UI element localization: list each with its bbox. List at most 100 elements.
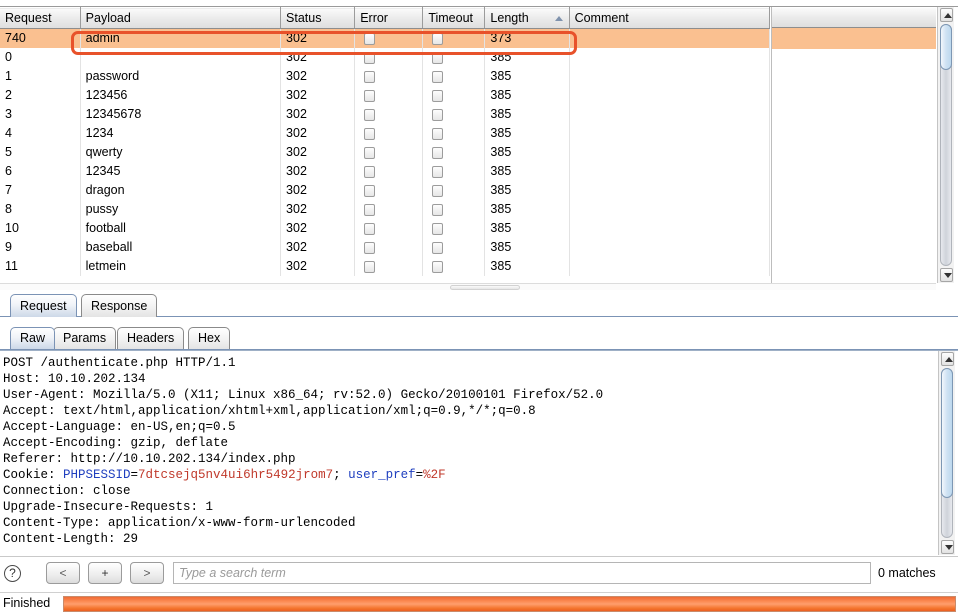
checkbox-unchecked-icon[interactable] [364, 222, 376, 235]
request-raw-text[interactable]: POST /authenticate.php HTTP/1.1 Host: 10.… [0, 351, 937, 555]
cell-error-checkbox[interactable] [354, 161, 424, 181]
checkbox-unchecked-icon[interactable] [432, 165, 444, 178]
cell-error-checkbox[interactable] [354, 218, 424, 238]
checkbox-unchecked-icon[interactable] [364, 127, 376, 140]
cell-timeout-checkbox[interactable] [422, 161, 486, 181]
checkbox-unchecked-icon[interactable] [364, 32, 376, 45]
column-header-payload[interactable]: Payload [80, 7, 282, 29]
table-row[interactable]: 10 football 302 385 [0, 218, 771, 238]
checkbox-unchecked-icon[interactable] [364, 108, 376, 121]
cell-timeout-checkbox[interactable] [422, 218, 486, 238]
checkbox-unchecked-icon[interactable] [432, 222, 444, 235]
message-tab-bar[interactable]: Request Response [0, 293, 958, 317]
cell-timeout-checkbox[interactable] [422, 85, 486, 105]
tab-hex[interactable]: Hex [188, 327, 231, 349]
checkbox-unchecked-icon[interactable] [364, 146, 376, 159]
column-header-length[interactable]: Length [484, 7, 570, 29]
checkbox-unchecked-icon[interactable] [364, 260, 376, 273]
checkbox-unchecked-icon[interactable] [432, 89, 444, 102]
cell-error-checkbox[interactable] [354, 199, 424, 219]
scrollbar-thumb[interactable] [941, 368, 953, 498]
column-header-comment[interactable]: Comment [569, 7, 771, 29]
checkbox-unchecked-icon[interactable] [432, 184, 444, 197]
cell-payload: 123456 [80, 85, 282, 105]
column-header-error[interactable]: Error [354, 7, 424, 29]
cell-error-checkbox[interactable] [354, 28, 424, 48]
search-add-button[interactable]: + [88, 562, 122, 584]
cell-timeout-checkbox[interactable] [422, 104, 486, 124]
table-row[interactable]: 5 qwerty 302 385 [0, 142, 771, 162]
tab-params[interactable]: Params [53, 327, 117, 349]
table-row[interactable]: 4 1234 302 385 [0, 123, 771, 143]
search-previous-button[interactable]: < [46, 562, 80, 584]
checkbox-unchecked-icon[interactable] [364, 165, 376, 178]
tab-response[interactable]: Response [81, 294, 158, 317]
scroll-down-arrow-icon[interactable] [940, 268, 953, 282]
scroll-up-arrow-icon[interactable] [941, 352, 954, 366]
checkbox-unchecked-icon[interactable] [432, 260, 444, 273]
cell-timeout-checkbox[interactable] [422, 237, 486, 257]
checkbox-unchecked-icon[interactable] [364, 89, 376, 102]
help-icon[interactable]: ? [4, 565, 21, 582]
cell-error-checkbox[interactable] [354, 123, 424, 143]
scroll-up-arrow-icon[interactable] [940, 8, 953, 22]
cell-timeout-checkbox[interactable] [422, 199, 486, 219]
cell-timeout-checkbox[interactable] [422, 47, 486, 67]
checkbox-unchecked-icon[interactable] [364, 51, 376, 64]
cell-error-checkbox[interactable] [354, 85, 424, 105]
cell-timeout-checkbox[interactable] [422, 256, 486, 276]
cell-error-checkbox[interactable] [354, 256, 424, 276]
table-row[interactable]: 8 pussy 302 385 [0, 199, 771, 219]
results-vertical-scrollbar[interactable] [937, 7, 954, 283]
column-header-timeout[interactable]: Timeout [422, 7, 486, 29]
request-vertical-scrollbar[interactable] [938, 351, 955, 555]
table-row[interactable]: 6 12345 302 385 [0, 161, 771, 181]
checkbox-unchecked-icon[interactable] [364, 203, 376, 216]
cell-error-checkbox[interactable] [354, 142, 424, 162]
column-header-request[interactable]: Request [0, 7, 81, 29]
column-header-status[interactable]: Status [280, 7, 356, 29]
table-row[interactable]: 740 admin 302 373 [0, 28, 771, 48]
checkbox-unchecked-icon[interactable] [432, 108, 444, 121]
cell-error-checkbox[interactable] [354, 104, 424, 124]
cell-timeout-checkbox[interactable] [422, 180, 486, 200]
search-input[interactable]: Type a search term [173, 562, 871, 584]
cell-error-checkbox[interactable] [354, 180, 424, 200]
table-row[interactable]: 0 302 385 [0, 47, 771, 67]
checkbox-unchecked-icon[interactable] [364, 241, 376, 254]
tab-headers[interactable]: Headers [117, 327, 185, 349]
tab-raw[interactable]: Raw [10, 327, 56, 349]
results-table[interactable]: Request Payload Status Error Timeout Length Co… [0, 7, 771, 276]
checkbox-unchecked-icon[interactable] [432, 51, 444, 64]
search-next-button[interactable]: > [130, 562, 164, 584]
checkbox-unchecked-icon[interactable] [432, 70, 444, 83]
table-row[interactable]: 7 dragon 302 385 [0, 180, 771, 200]
checkbox-unchecked-icon[interactable] [364, 184, 376, 197]
table-row[interactable]: 1 password 302 385 [0, 66, 771, 86]
view-tab-bar[interactable]: Raw Params Headers Hex [0, 325, 958, 350]
cell-timeout-checkbox[interactable] [422, 28, 486, 48]
scrollbar-thumb[interactable] [940, 24, 952, 70]
scroll-down-arrow-icon[interactable] [941, 540, 954, 554]
table-row[interactable]: 9 baseball 302 385 [0, 237, 771, 257]
cell-timeout-checkbox[interactable] [422, 66, 486, 86]
cell-timeout-checkbox[interactable] [422, 142, 486, 162]
checkbox-unchecked-icon[interactable] [432, 32, 444, 45]
checkbox-unchecked-icon[interactable] [432, 146, 444, 159]
table-body[interactable]: 740 admin 302 373 0 302 385 1 password 302 385 2 123… [0, 28, 771, 276]
table-row[interactable]: 11 letmein 302 385 [0, 256, 771, 276]
cell-error-checkbox[interactable] [354, 47, 424, 67]
cell-error-checkbox[interactable] [354, 66, 424, 86]
table-row[interactable]: 2 123456 302 385 [0, 85, 771, 105]
cell-timeout-checkbox[interactable] [422, 123, 486, 143]
hscrollbar-thumb[interactable] [450, 285, 520, 290]
cell-error-checkbox[interactable] [354, 237, 424, 257]
results-horizontal-scrollbar[interactable] [0, 283, 936, 290]
checkbox-unchecked-icon[interactable] [432, 203, 444, 216]
table-header-row[interactable]: Request Payload Status Error Timeout Length Co… [0, 7, 771, 29]
tab-request[interactable]: Request [10, 294, 77, 317]
checkbox-unchecked-icon[interactable] [432, 127, 444, 140]
table-row[interactable]: 3 12345678 302 385 [0, 104, 771, 124]
checkbox-unchecked-icon[interactable] [432, 241, 444, 254]
checkbox-unchecked-icon[interactable] [364, 70, 376, 83]
